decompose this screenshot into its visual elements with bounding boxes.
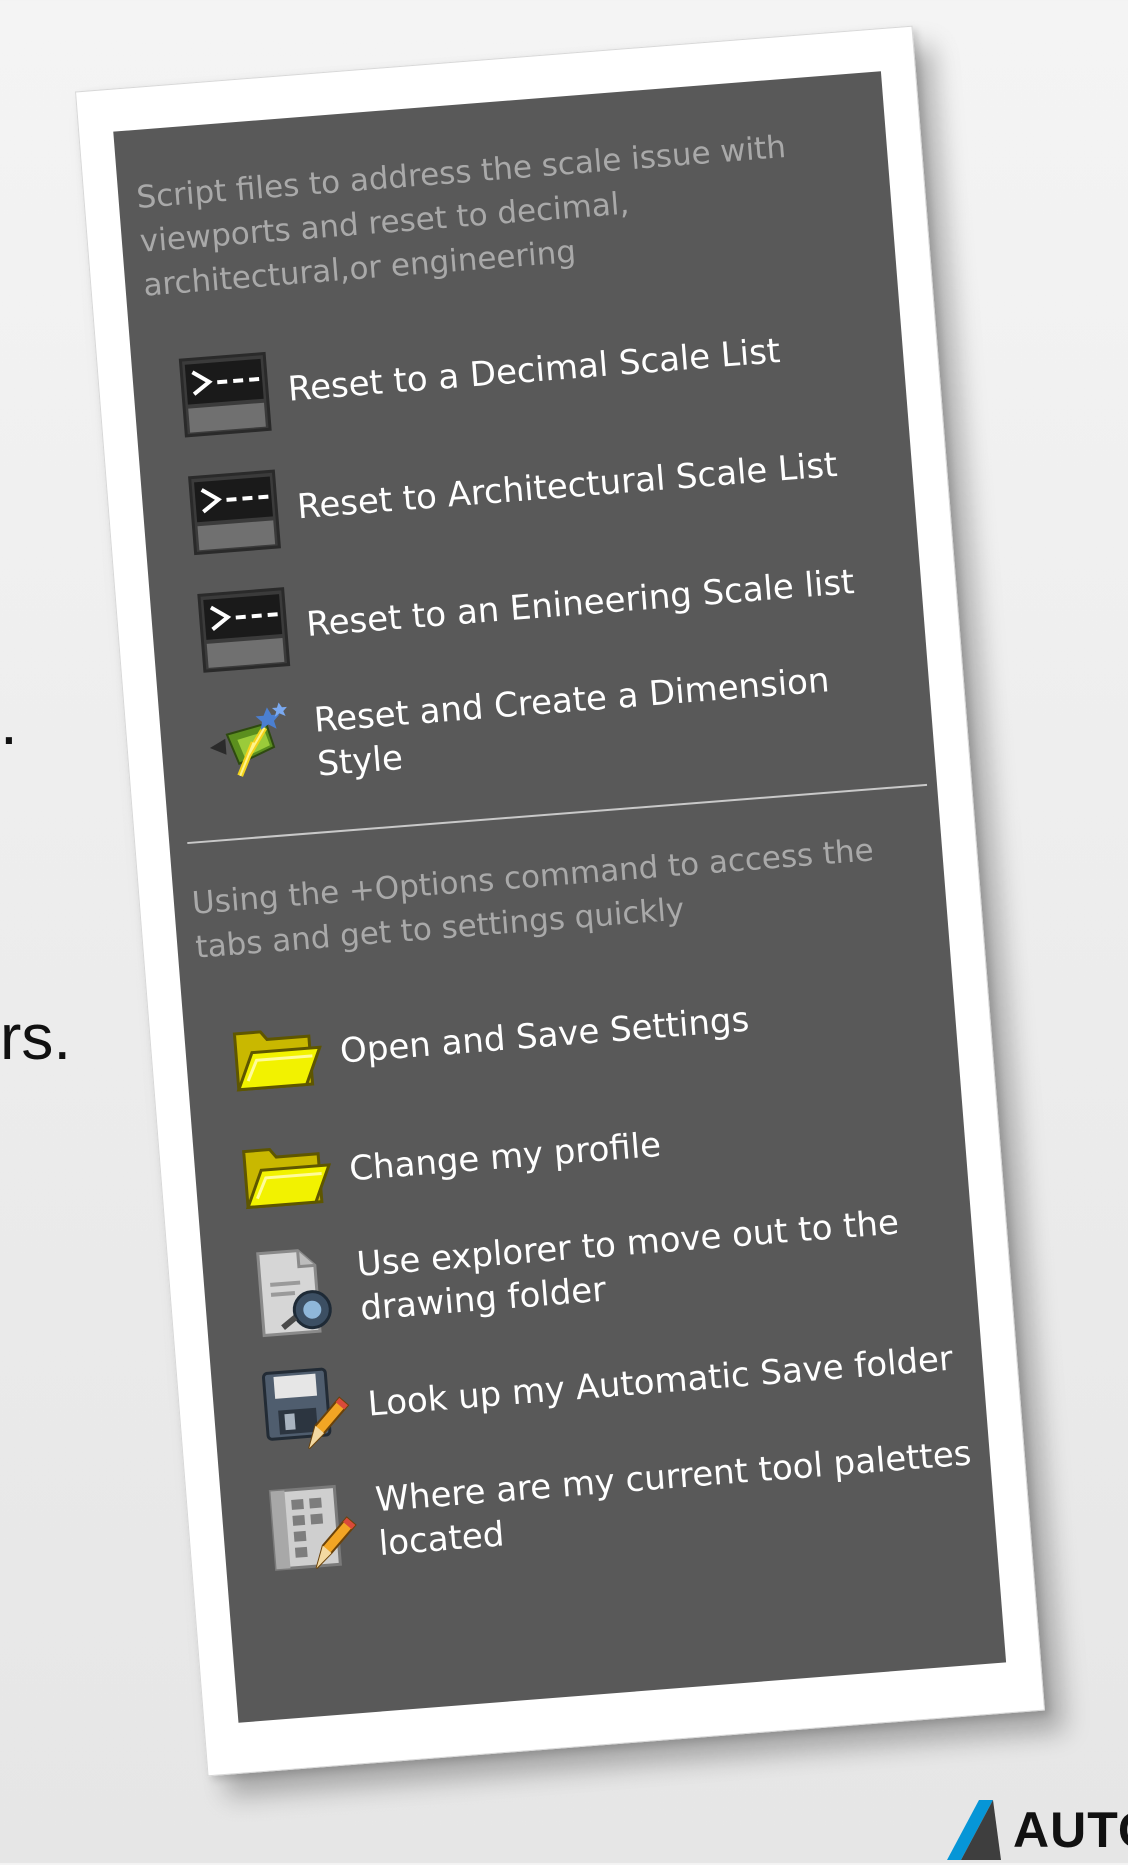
open-folder-icon (238, 1126, 335, 1223)
tool-label: Look up my Automatic Save folder (366, 1338, 955, 1425)
tool-label: Reset to an Enineering Scale list (304, 561, 856, 645)
tool-label: Open and Save Settings (338, 999, 751, 1072)
explorer-document-icon (247, 1244, 344, 1341)
tool-palette: Script files to address the scale issue … (113, 71, 1007, 1723)
script-prompt-icon (195, 582, 292, 679)
slide-text-fragment: rs. (0, 1001, 72, 1073)
section-description: Script files to address the scale issue … (135, 129, 788, 304)
tool-palette-card: Script files to address the scale issue … (74, 25, 1046, 1777)
section-description: Using the +Options command to access the… (190, 832, 875, 966)
slide-text-fragment: . (0, 686, 18, 758)
wizard-lightning-icon (205, 699, 302, 796)
tool-label: Reset to Architectural Scale List (295, 444, 839, 528)
floppy-disk-pencil-icon (257, 1361, 354, 1458)
autodesk-logo-icon (947, 1800, 1001, 1860)
tool-label: Change my profile (347, 1124, 663, 1190)
palette-section-options: Using the +Options command to access the… (172, 823, 995, 1593)
tool-palette-pencil-icon (266, 1479, 363, 1576)
brand-wordmark: AUTO (1013, 1802, 1128, 1858)
script-prompt-icon (177, 346, 274, 443)
palette-section-scale-scripts: Script files to address the scale issue … (117, 117, 937, 845)
tool-label: Reset to a Decimal Scale List (286, 331, 782, 410)
brand-corner: AUTO (945, 1795, 1128, 1865)
open-folder-icon (229, 1008, 326, 1105)
script-prompt-icon (186, 464, 283, 561)
